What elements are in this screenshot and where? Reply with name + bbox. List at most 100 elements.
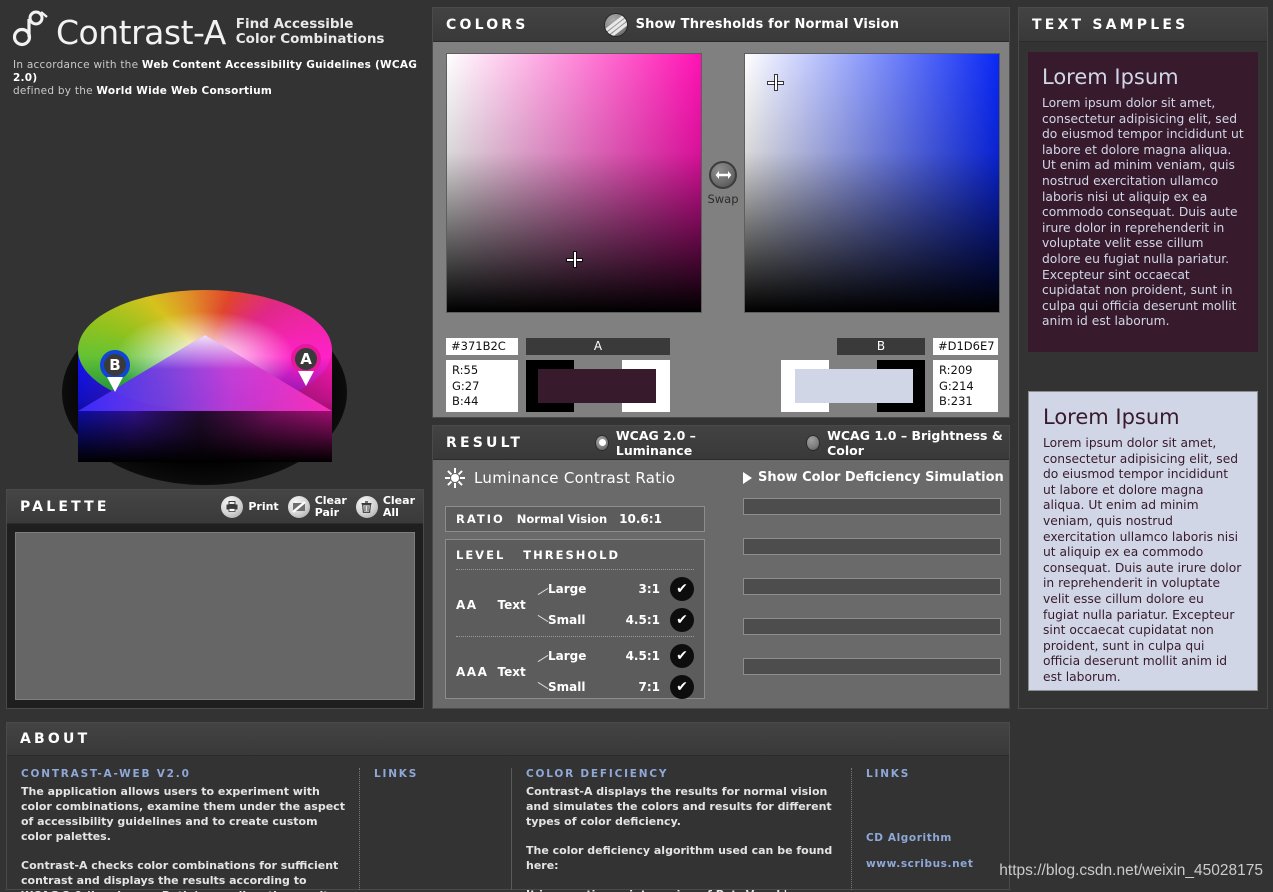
simulation-bar xyxy=(743,538,1001,555)
logo-row: Contrast-A Find Accessible Color Combina… xyxy=(0,0,430,50)
clear-all-label: Clear All xyxy=(382,493,415,519)
level-size-aa-large: Large xyxy=(547,582,587,596)
show-thresholds-toggle[interactable]: Show Thresholds for Normal Vision xyxy=(603,12,900,37)
text-sample-card-light-heading: Lorem Ipsum xyxy=(1043,405,1180,429)
color-pickers: Swap xyxy=(446,53,1000,313)
level-pass-aa-large: ✔ xyxy=(669,577,694,601)
swap-label: Swap xyxy=(707,191,739,206)
color-marker-a-pointer xyxy=(298,371,314,386)
rgb-a-red: R:55 xyxy=(452,363,479,377)
clear-all-button[interactable]: Clear All xyxy=(355,493,415,519)
about-panel: ABOUT CONTRAST-A-WEB V2.0 The applicatio… xyxy=(6,722,1010,892)
text-sample-card-dark-heading: Lorem Ipsum xyxy=(1042,65,1179,89)
color-picker-b[interactable] xyxy=(744,53,1000,313)
show-color-deficiency-simulation-label: Show Color Deficiency Simulation xyxy=(758,470,1004,485)
tagline-line-2: Color Combinations xyxy=(235,30,385,47)
result-header: RESULT WCAG 2.0 – Luminance WCAG 1.0 – B… xyxy=(433,426,1009,460)
triangle-right-icon xyxy=(743,471,752,484)
about-header: ABOUT xyxy=(7,723,1009,756)
radio-wcag10-dot[interactable] xyxy=(806,434,821,451)
color-marker-b-label: B xyxy=(100,350,130,380)
palette-title: PALETTE xyxy=(20,498,110,515)
watermark: https://blog.csdn.net/weixin_45028175 xyxy=(999,862,1263,879)
level-threshold-aa-large: 3:1 xyxy=(638,582,660,596)
simulation-bar xyxy=(743,498,1001,515)
swap-arrows-icon xyxy=(709,160,737,189)
simulation-bar xyxy=(743,578,1001,595)
color-space-visualization[interactable]: A B xyxy=(0,95,430,485)
palette-header: PALETTE Print Clear Pair Clear All xyxy=(7,490,423,524)
swatch-preview-a-color xyxy=(538,369,656,403)
rgb-a-green: G:27 xyxy=(452,378,480,393)
level-threshold-aaa-large: 4.5:1 xyxy=(625,649,660,663)
about-app-paragraph-1: The application allows users to experime… xyxy=(21,785,345,843)
level-size-aa-small: Small xyxy=(547,613,586,627)
color-marker-a-label: A xyxy=(291,344,321,374)
colors-header: COLORS Show Thresholds for Normal Vision xyxy=(433,8,1009,42)
accordance-note: In accordance with the Web Content Acces… xyxy=(0,50,430,98)
ratio-value: 10.6:1 xyxy=(619,512,662,526)
tagline-line-1: Find Accessible xyxy=(235,16,354,32)
rgb-b-red: R:209 xyxy=(939,363,973,377)
color-a-tag[interactable]: A xyxy=(526,338,670,355)
print-button[interactable]: Print xyxy=(221,495,279,518)
contrast-a-app: Contrast-A Find Accessible Color Combina… xyxy=(0,0,1273,892)
about-columns: CONTRAST-A-WEB V2.0 The application allo… xyxy=(7,756,1009,892)
about-column-links-right: LINKS CD Algorithm www.scribus.net xyxy=(851,768,1001,890)
result-title: RESULT xyxy=(446,434,524,451)
link-cd-algorithm[interactable]: CD Algorithm xyxy=(866,832,987,844)
result-panel: RESULT WCAG 2.0 – Luminance WCAG 1.0 – B… xyxy=(432,425,1010,709)
text-samples-title: TEXT SAMPLES xyxy=(1032,16,1189,33)
rgb-a-blue: B:44 xyxy=(452,394,479,408)
simulation-bars xyxy=(743,498,1001,698)
rgb-b-blue: B:231 xyxy=(939,394,973,408)
about-column-links-left: LINKS xyxy=(359,768,511,890)
levels-header-level: LEVEL xyxy=(456,548,506,562)
level-size-aaa-small: Small xyxy=(547,680,586,694)
simulation-bar xyxy=(743,658,1001,675)
app-header: Contrast-A Find Accessible Color Combina… xyxy=(0,0,430,97)
color-marker-b[interactable]: B xyxy=(100,350,130,394)
palette-toolbar: Print Clear Pair Clear All xyxy=(221,493,415,519)
tagline: Find Accessible Color Combinations xyxy=(236,17,385,46)
about-cd-paragraph-1: Contrast-A displays the results for norm… xyxy=(526,785,832,828)
about-app-heading: CONTRAST-A-WEB V2.0 xyxy=(21,768,191,780)
show-color-deficiency-simulation-toggle[interactable]: Show Color Deficiency Simulation xyxy=(743,470,1004,485)
radio-wcag20-dot[interactable] xyxy=(595,434,609,451)
luminance-contrast-ratio-header: Luminance Contrast Ratio xyxy=(445,468,675,488)
about-links-right-heading: LINKS xyxy=(866,768,911,780)
picker-b-crosshair-icon[interactable] xyxy=(768,75,783,90)
hex-input-b[interactable]: #D1D6E7 xyxy=(933,338,998,355)
color-marker-a[interactable]: A xyxy=(291,344,321,388)
swap-button[interactable]: Swap xyxy=(707,160,739,206)
level-group-aa: AA Text Large 3:1 ✔ Small 4.5:1 ✔ xyxy=(456,573,694,636)
level-text-label-aaa: Text xyxy=(497,664,526,679)
link-scribus[interactable]: www.scribus.net xyxy=(866,858,987,870)
about-cd-paragraph-3: It is an actionscript version of Petr Va… xyxy=(526,887,837,892)
levels-divider-mid xyxy=(456,636,694,637)
text-sample-card-light: Lorem Ipsum Lorem ipsum dolor sit amet, … xyxy=(1028,391,1258,691)
radio-wcag10-brightness-color[interactable]: WCAG 1.0 – Brightness & Color xyxy=(806,428,1009,458)
swatch-preview-b[interactable] xyxy=(781,360,925,412)
clear-pair-button[interactable]: Clear Pair xyxy=(287,494,347,519)
color-picker-a[interactable] xyxy=(446,53,702,313)
hex-row: #371B2C A B #D1D6E7 xyxy=(446,338,998,355)
level-row-aa-large: Large 3:1 ✔ xyxy=(548,574,694,605)
swap-area: Swap xyxy=(702,53,744,313)
about-links-left-heading: LINKS xyxy=(374,768,419,780)
level-brace-aa xyxy=(537,579,548,631)
picker-a-crosshair-icon[interactable] xyxy=(567,252,582,267)
accordance-prefix: In accordance with the xyxy=(13,59,142,71)
radio-wcag20-luminance[interactable]: WCAG 2.0 – Luminance xyxy=(595,428,750,458)
sun-icon xyxy=(445,468,465,488)
text-sample-card-dark: Lorem Ipsum Lorem ipsum dolor sit amet, … xyxy=(1028,52,1258,352)
level-group-aaa: AAA Text Large 4.5:1 ✔ Small 7:1 ✔ xyxy=(456,640,694,703)
swatch-preview-a[interactable] xyxy=(526,360,670,412)
rgb-values-a: R:55 G:27 B:44 xyxy=(446,360,518,412)
radio-wcag10-label: WCAG 1.0 – Brightness & Color xyxy=(827,427,1003,458)
color-b-tag[interactable]: B xyxy=(837,338,925,355)
palette-swatch-area[interactable] xyxy=(15,532,415,700)
level-threshold-aa-small: 4.5:1 xyxy=(625,613,660,627)
hex-input-a[interactable]: #371B2C xyxy=(446,338,518,355)
clear-pair-icon xyxy=(287,495,310,518)
